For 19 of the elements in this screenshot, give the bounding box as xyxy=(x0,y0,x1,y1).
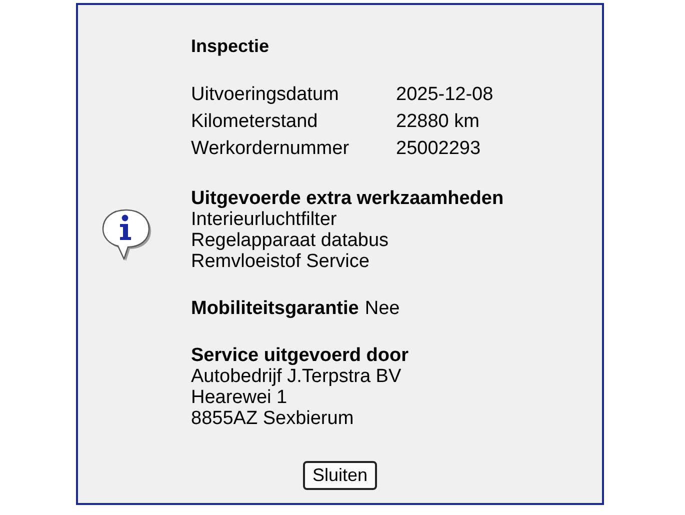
address-line: Hearewei 1 xyxy=(191,387,288,408)
work-item: Remvloeistof Service xyxy=(191,251,370,272)
close-button[interactable]: Sluiten xyxy=(303,461,377,490)
detail-label: Kilometerstand xyxy=(191,110,318,134)
detail-value: 22880 km xyxy=(396,110,480,134)
detail-label: Uitvoeringsdatum xyxy=(191,83,339,107)
work-item: Interieurluchtfilter xyxy=(191,209,337,230)
info-icon xyxy=(100,207,152,261)
work-item: Regelapparaat databus xyxy=(191,230,389,251)
dialog-title: Inspectie xyxy=(191,35,270,57)
section-heading: Service uitgevoerd door xyxy=(191,345,409,366)
detail-value: 2025-12-08 xyxy=(396,83,494,107)
section-heading: Uitgevoerde extra werkzaamheden xyxy=(191,188,504,209)
address-line: 8855AZ Sexbierum xyxy=(191,408,354,429)
mobility-label: Mobiliteitsgarantie xyxy=(191,298,359,319)
detail-label: Werkordernummer xyxy=(191,137,350,161)
mobility-value: Nee xyxy=(364,298,400,319)
address-line: Autobedrijf J.Terpstra BV xyxy=(191,366,402,387)
detail-value: 25002293 xyxy=(396,137,481,161)
